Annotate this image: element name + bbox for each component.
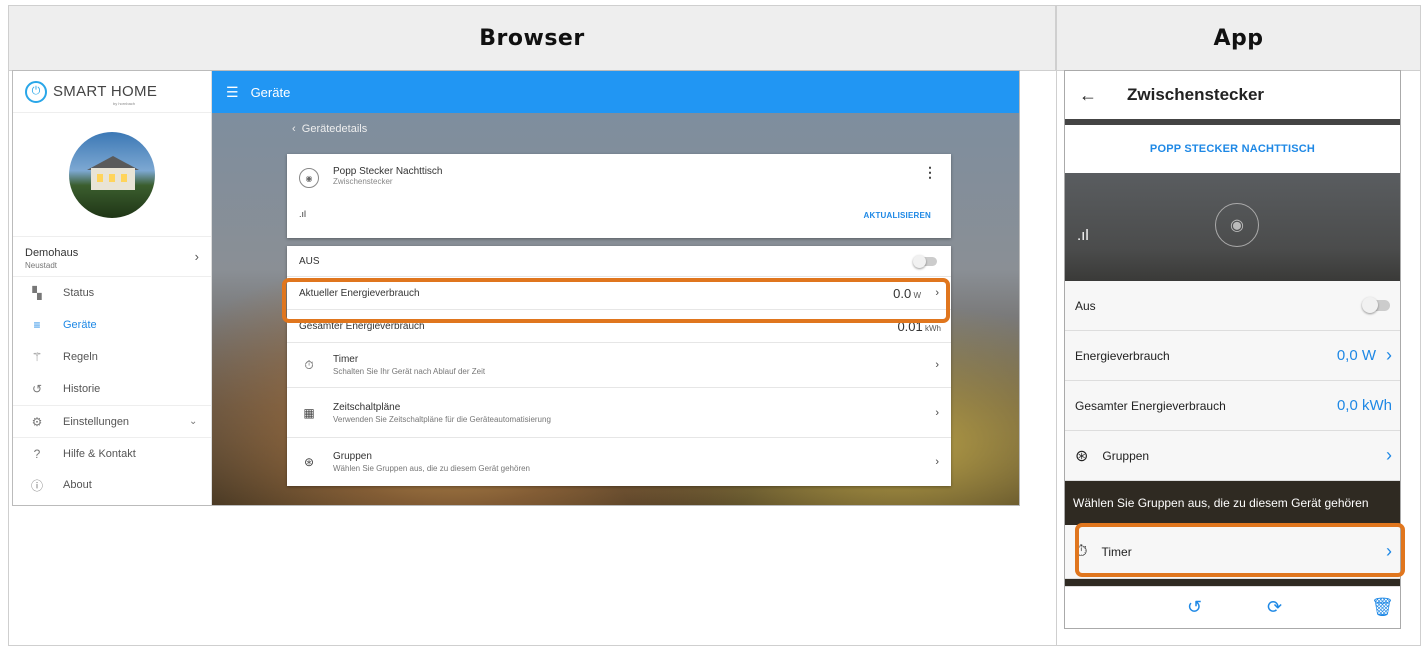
chevron-right-icon: ›	[1386, 345, 1392, 365]
help-icon: ?	[33, 446, 41, 461]
groups-icon: ⊛	[1075, 447, 1089, 465]
avatar-area	[13, 113, 211, 237]
sidebar-item-historie[interactable]: ↺ Historie	[13, 373, 211, 405]
schedules-row[interactable]: ▦ Zeitschaltpläne Verwenden Sie Zeitschal…	[287, 388, 951, 438]
menu-icon[interactable]: ☰	[226, 84, 239, 101]
chevron-right-icon: ›	[1386, 445, 1392, 465]
power-icon: ⏻	[25, 80, 47, 103]
plug-icon: ◉	[1215, 203, 1259, 247]
app-groups-note: Wählen Sie Gruppen aus, die zu diesem Ge…	[1065, 481, 1400, 525]
calendar-icon: ▦	[303, 405, 315, 420]
sidebar-item-geraete[interactable]: ≡ Geräte	[13, 309, 211, 341]
logo-text: SMART HOME	[53, 83, 158, 100]
divider	[1056, 6, 1057, 645]
app-title: Zwischenstecker	[1127, 85, 1265, 104]
app-switch-row[interactable]: Aus	[1065, 281, 1400, 331]
breadcrumb[interactable]: ‹ Gerätedetails	[292, 123, 367, 135]
power-toggle[interactable]	[913, 254, 937, 268]
device-card: ◉ Popp Stecker Nachttisch Zwischenstecke…	[287, 154, 951, 238]
more-options-icon[interactable]: ⋮	[923, 164, 937, 181]
gear-icon: ⚙	[31, 414, 43, 429]
home-name: Demohaus	[25, 247, 79, 259]
logo-sub: by hornbach	[113, 101, 136, 106]
avatar	[69, 131, 155, 218]
energy-value: 0,0 W	[1336, 347, 1376, 364]
list-icon: ≡	[33, 318, 41, 332]
signal-icon: .ıl	[1077, 227, 1089, 244]
top-bar: ☰ Geräte	[212, 71, 1019, 113]
app-device-name: POPP STECKER NACHTTISCH	[1065, 125, 1400, 173]
chevron-right-icon: ›	[935, 456, 939, 468]
app-groups-row[interactable]: ⊛ Gruppen ›	[1065, 431, 1400, 481]
wand-icon: ⚚	[31, 350, 43, 364]
history-icon[interactable]: ↺	[1187, 597, 1202, 618]
groups-row[interactable]: ⊛ Gruppen Wählen Sie Gruppen aus, die zu …	[287, 438, 951, 486]
timer-row[interactable]: ⏱ Timer Schalten Sie Ihr Gerät nach Ablau…	[287, 343, 951, 388]
dashboard-icon: ▚	[32, 286, 42, 300]
info-icon: ⓘ	[30, 478, 43, 493]
sidebar-item-regeln[interactable]: ⚚ Regeln	[13, 341, 211, 373]
delete-icon[interactable]: 🗑	[1371, 597, 1394, 618]
sidebar: ⏻ SMART HOME by hornbach Demohaus Neusta…	[13, 71, 212, 505]
topbar-title: Geräte	[250, 84, 291, 100]
app-total-energy-row: Gesamter Energieverbrauch 0,0 kWh	[1065, 381, 1400, 431]
chevron-right-icon: ›	[935, 359, 939, 371]
sidebar-item-einstellungen[interactable]: ⚙ Einstellungen ⌄	[13, 405, 211, 437]
home-selector[interactable]: Demohaus Neustadt ›	[13, 237, 211, 277]
total-energy-value: 0,0 kWh	[1336, 397, 1392, 414]
chevron-right-icon: ›	[194, 249, 199, 264]
sidebar-item-status[interactable]: ▚ Status	[13, 277, 211, 309]
plug-icon: ◉	[299, 168, 319, 188]
highlight-timer-app	[1075, 523, 1405, 577]
update-button[interactable]: AKTUALISIEREN	[864, 211, 932, 220]
browser-header: Browser	[9, 6, 1056, 70]
app-header: App	[1057, 6, 1420, 70]
sidebar-item-hilfe[interactable]: ? Hilfe & Kontakt	[13, 437, 211, 469]
chevron-right-icon: ›	[935, 406, 939, 419]
sidebar-item-about[interactable]: ⓘ About	[13, 469, 211, 501]
back-arrow-icon[interactable]: ←	[1079, 85, 1097, 106]
logo[interactable]: ⏻ SMART HOME by hornbach	[13, 71, 211, 113]
signal-icon: .ıl	[299, 209, 307, 219]
device-name: Popp Stecker Nachttisch	[333, 166, 443, 177]
app-device-hero: .ıl ◉	[1065, 173, 1400, 281]
history-icon: ↺	[31, 382, 43, 396]
chevron-down-icon: ⌄	[189, 416, 198, 427]
device-type: Zwischenstecker	[333, 177, 393, 186]
power-toggle[interactable]	[1362, 297, 1390, 313]
app-bottom-bar: ↺ ⟳ 🗑	[1065, 586, 1400, 628]
refresh-icon[interactable]: ⟳	[1267, 597, 1282, 618]
groups-icon: ⊛	[303, 455, 315, 469]
highlight-timer-browser	[282, 278, 950, 323]
home-location: Neustadt	[25, 261, 58, 270]
app-toolbar: ← Zwischenstecker	[1065, 71, 1400, 125]
app-energy-row[interactable]: Energieverbrauch 0,0 W ›	[1065, 331, 1400, 381]
timer-icon: ⏱	[304, 357, 314, 372]
switch-row[interactable]: AUS	[287, 246, 951, 277]
